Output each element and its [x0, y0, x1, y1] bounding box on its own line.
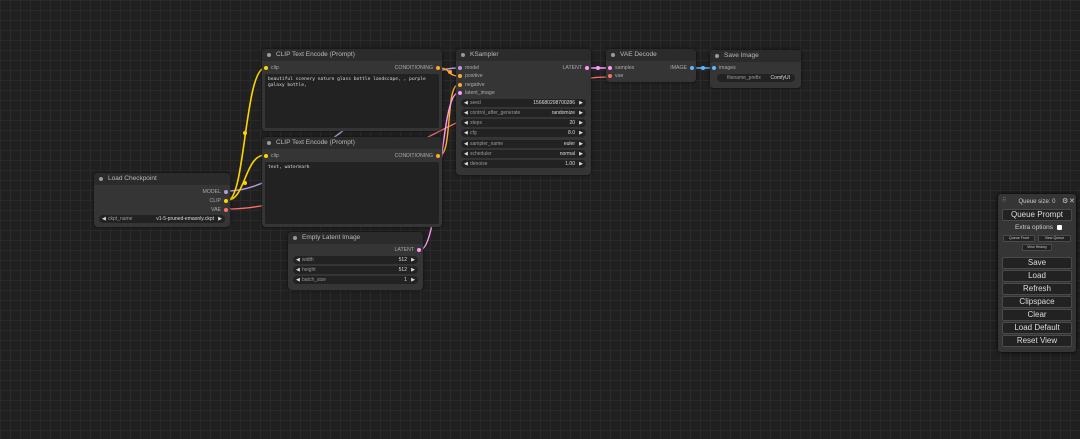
increment-arrow-icon: ▶ [579, 161, 583, 167]
widget-ckpt-name[interactable]: ◀ ckpt_name v1-5-pruned-emaonly.ckpt ▶ [99, 215, 225, 223]
input-slot-positive[interactable]: positive [458, 72, 483, 80]
reset-view-button[interactable]: Reset View [1002, 335, 1072, 347]
wire-clip-negative [227, 154, 266, 201]
vae-decode-node[interactable]: VAE Decode samples vae IMAGE [606, 49, 696, 82]
collapse-dot-icon[interactable] [461, 53, 465, 57]
increment-arrow-icon: ▶ [411, 267, 415, 273]
output-slot-model[interactable]: MODEL [203, 188, 228, 196]
widget-control-after-generate[interactable]: ◀ control_after_generate randomize ▶ [461, 109, 586, 117]
node-title[interactable]: Empty Latent Image [288, 232, 423, 244]
prompt-textarea[interactable]: text, watermark [265, 162, 439, 224]
increment-arrow-icon: ▶ [579, 100, 583, 106]
view-history-button[interactable]: View History [1022, 244, 1052, 251]
increment-arrow-icon: ▶ [411, 257, 415, 263]
decrement-arrow-icon: ◀ [464, 161, 468, 167]
output-slot-clip[interactable]: CLIP [209, 197, 228, 205]
increment-arrow-icon: ▶ [579, 110, 583, 116]
output-slot-vae[interactable]: VAE [211, 206, 228, 214]
output-slot-image[interactable]: IMAGE [670, 64, 694, 72]
queue-prompt-button[interactable]: Queue Prompt [1002, 209, 1072, 221]
node-title[interactable]: KSampler [456, 49, 591, 61]
widget-width[interactable]: ◀ width 512 ▶ [293, 256, 418, 264]
decrement-arrow-icon: ◀ [464, 130, 468, 136]
widget-filename-prefix[interactable]: filename_prefix ComfyUI [717, 74, 795, 82]
decrement-arrow-icon: ◀ [296, 267, 300, 273]
collapse-dot-icon[interactable] [99, 177, 103, 181]
collapse-dot-icon[interactable] [267, 141, 271, 145]
node-title[interactable]: CLIP Text Encode (Prompt) [262, 137, 442, 149]
input-slot-samples[interactable]: samples [608, 64, 634, 72]
input-slot-images[interactable]: images [712, 64, 736, 72]
clip-text-encode-positive-node[interactable]: CLIP Text Encode (Prompt) clip CONDITION… [262, 49, 442, 131]
load-default-button[interactable]: Load Default [1002, 322, 1072, 334]
collapse-dot-icon[interactable] [293, 236, 297, 240]
decrement-arrow-icon: ◀ [464, 110, 468, 116]
node-title[interactable]: VAE Decode [606, 49, 696, 61]
output-slot-conditioning[interactable]: CONDITIONING [395, 152, 440, 160]
collapse-dot-icon[interactable] [611, 53, 615, 57]
decrement-arrow-icon: ◀ [102, 216, 106, 222]
decrement-arrow-icon: ◀ [464, 120, 468, 126]
increment-arrow-icon: ▶ [218, 216, 222, 222]
node-title[interactable]: Save Image [710, 50, 801, 62]
decrement-arrow-icon: ◀ [296, 277, 300, 283]
increment-arrow-icon: ▶ [579, 141, 583, 147]
settings-gear-icon[interactable]: ⚙ [1062, 197, 1068, 205]
close-icon[interactable]: ✕ [1069, 197, 1075, 205]
decrement-arrow-icon: ◀ [464, 151, 468, 157]
ksampler-node[interactable]: KSampler model positive negative latent_… [456, 49, 591, 175]
save-image-node[interactable]: Save Image images filename_prefix ComfyUI [710, 50, 801, 88]
queue-front-button[interactable]: Queue Front [1003, 235, 1035, 242]
extra-options-checkbox[interactable] [1057, 225, 1062, 230]
output-slot-latent[interactable]: LATENT [394, 246, 421, 254]
node-title[interactable]: CLIP Text Encode (Prompt) [262, 49, 442, 61]
widget-steps[interactable]: ◀ steps 20 ▶ [461, 119, 586, 127]
refresh-button[interactable]: Refresh [1002, 283, 1072, 295]
empty-latent-image-node[interactable]: Empty Latent Image LATENT ◀ width 512 ▶ ◀ he… [288, 232, 423, 290]
widget-denoise[interactable]: ◀ denoise 1.00 ▶ [461, 160, 586, 168]
output-slot-conditioning[interactable]: CONDITIONING [395, 64, 440, 72]
input-slot-model[interactable]: model [458, 64, 479, 72]
increment-arrow-icon: ▶ [579, 130, 583, 136]
input-slot-clip[interactable]: clip [264, 152, 279, 160]
increment-arrow-icon: ▶ [579, 151, 583, 157]
extra-options-label: Extra options [1015, 224, 1053, 231]
clipspace-button[interactable]: Clipspace [1002, 296, 1072, 308]
decrement-arrow-icon: ◀ [296, 257, 300, 263]
load-button[interactable]: Load [1002, 270, 1072, 282]
save-button[interactable]: Save [1002, 257, 1072, 269]
load-checkpoint-node[interactable]: Load Checkpoint MODEL CLIP VAE ◀ ckpt_nam… [94, 173, 230, 227]
clear-button[interactable]: Clear [1002, 309, 1072, 321]
input-slot-negative[interactable]: negative [458, 81, 485, 89]
queue-panel: ⠿ Queue size: 0 ⚙ ✕ Queue Prompt Extra o… [998, 194, 1076, 352]
input-slot-clip[interactable]: clip [264, 64, 279, 72]
view-queue-button[interactable]: View Queue [1038, 235, 1071, 242]
increment-arrow-icon: ▶ [411, 277, 415, 283]
widget-cfg[interactable]: ◀ cfg 8.0 ▶ [461, 129, 586, 137]
widget-scheduler[interactable]: ◀ scheduler normal ▶ [461, 150, 586, 158]
input-slot-vae[interactable]: vae [608, 72, 623, 80]
widget-batch-size[interactable]: ◀ batch_size 1 ▶ [293, 276, 418, 284]
output-slot-latent[interactable]: LATENT [562, 64, 589, 72]
collapse-dot-icon[interactable] [267, 53, 271, 57]
decrement-arrow-icon: ◀ [464, 100, 468, 106]
clip-text-encode-negative-node[interactable]: CLIP Text Encode (Prompt) clip CONDITION… [262, 137, 442, 227]
increment-arrow-icon: ▶ [579, 120, 583, 126]
collapse-dot-icon[interactable] [715, 54, 719, 58]
prompt-textarea[interactable]: beautiful scenery nature glass bottle la… [265, 74, 439, 128]
decrement-arrow-icon: ◀ [464, 141, 468, 147]
widget-seed[interactable]: ◀ seed 156680208700286 ▶ [461, 99, 586, 107]
input-slot-latent-image[interactable]: latent_image [458, 89, 495, 97]
wire-clip-positive [227, 67, 266, 201]
widget-sampler-name[interactable]: ◀ sampler_name euler ▶ [461, 140, 586, 148]
widget-height[interactable]: ◀ height 512 ▶ [293, 266, 418, 274]
node-title[interactable]: Load Checkpoint [94, 173, 230, 185]
